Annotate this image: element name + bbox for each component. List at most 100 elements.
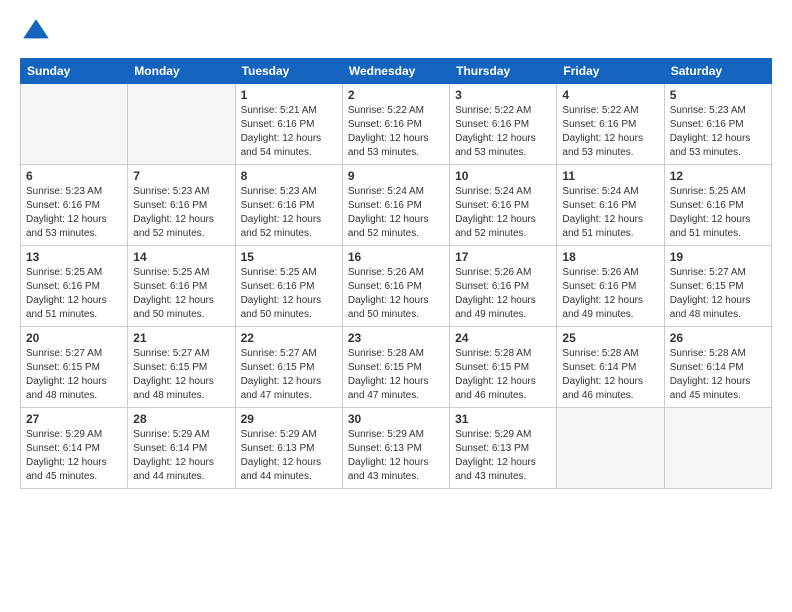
day-cell — [128, 84, 235, 165]
day-cell: 15Sunrise: 5:25 AM Sunset: 6:16 PM Dayli… — [235, 246, 342, 327]
day-info: Sunrise: 5:21 AM Sunset: 6:16 PM Dayligh… — [241, 104, 337, 160]
week-row-2: 6Sunrise: 5:23 AM Sunset: 6:16 PM Daylig… — [21, 165, 772, 246]
day-cell: 19 Sunrise: 5:27 AM Sunset: 6:15 PM Dayli… — [664, 246, 771, 327]
day-cell: 7Sunrise: 5:23 AM Sunset: 6:16 PM Daylig… — [128, 165, 235, 246]
day-info: Sunrise: 5:23 AM Sunset: 6:16 PM Dayligh… — [241, 185, 337, 241]
day-number: 11 — [562, 169, 658, 183]
weekday-header-sunday: Sunday — [21, 59, 128, 84]
day-info: Sunrise: 5:22 AM Sunset: 6:16 PM Dayligh… — [348, 104, 444, 160]
day-number: 19 — [670, 250, 766, 264]
day-cell: 8 Sunrise: 5:23 AM Sunset: 6:16 PM Daylig… — [235, 165, 342, 246]
day-cell: 5 Sunrise: 5:23 AM Sunset: 6:16 PM Daylig… — [664, 84, 771, 165]
day-cell — [21, 84, 128, 165]
day-number: 23 — [348, 331, 444, 345]
day-info: Sunrise: 5:24 AM Sunset: 6:16 PM Dayligh… — [455, 185, 551, 241]
day-number: 9 — [348, 169, 444, 183]
day-number: 25 — [562, 331, 658, 345]
day-number: 13 — [26, 250, 122, 264]
day-cell — [557, 408, 664, 489]
day-cell: 1 Sunrise: 5:21 AM Sunset: 6:16 PM Daylig… — [235, 84, 342, 165]
week-row-1: 1 Sunrise: 5:21 AM Sunset: 6:16 PM Daylig… — [21, 84, 772, 165]
week-row-4: 20 Sunrise: 5:27 AM Sunset: 6:15 PM Dayli… — [21, 327, 772, 408]
day-number: 14 — [133, 250, 229, 264]
day-number: 3 — [455, 88, 551, 102]
day-info: Sunrise: 5:23 AM Sunset: 6:16 PM Dayligh… — [670, 104, 766, 160]
day-number: 2 — [348, 88, 444, 102]
day-number: 10 — [455, 169, 551, 183]
day-cell: 31Sunrise: 5:29 AM Sunset: 6:13 PM Dayli… — [450, 408, 557, 489]
day-number: 7 — [133, 169, 229, 183]
weekday-header-tuesday: Tuesday — [235, 59, 342, 84]
day-cell: 29 Sunrise: 5:29 AM Sunset: 6:13 PM Dayli… — [235, 408, 342, 489]
day-number: 24 — [455, 331, 551, 345]
day-info: Sunrise: 5:27 AM Sunset: 6:15 PM Dayligh… — [133, 347, 229, 403]
day-info: Sunrise: 5:25 AM Sunset: 6:16 PM Dayligh… — [670, 185, 766, 241]
day-cell: 25 Sunrise: 5:28 AM Sunset: 6:14 PM Dayli… — [557, 327, 664, 408]
day-cell: 28Sunrise: 5:29 AM Sunset: 6:14 PM Dayli… — [128, 408, 235, 489]
day-cell: 10 Sunrise: 5:24 AM Sunset: 6:16 PM Dayli… — [450, 165, 557, 246]
day-number: 30 — [348, 412, 444, 426]
weekday-header-saturday: Saturday — [664, 59, 771, 84]
week-row-5: 27Sunrise: 5:29 AM Sunset: 6:14 PM Dayli… — [21, 408, 772, 489]
day-info: Sunrise: 5:28 AM Sunset: 6:14 PM Dayligh… — [562, 347, 658, 403]
day-cell: 27Sunrise: 5:29 AM Sunset: 6:14 PM Dayli… — [21, 408, 128, 489]
day-cell: 11 Sunrise: 5:24 AM Sunset: 6:16 PM Dayli… — [557, 165, 664, 246]
day-number: 1 — [241, 88, 337, 102]
day-number: 4 — [562, 88, 658, 102]
day-info: Sunrise: 5:26 AM Sunset: 6:16 PM Dayligh… — [348, 266, 444, 322]
day-number: 8 — [241, 169, 337, 183]
day-info: Sunrise: 5:23 AM Sunset: 6:16 PM Dayligh… — [26, 185, 122, 241]
day-cell: 24 Sunrise: 5:28 AM Sunset: 6:15 PM Dayli… — [450, 327, 557, 408]
day-info: Sunrise: 5:27 AM Sunset: 6:15 PM Dayligh… — [241, 347, 337, 403]
day-cell: 17 Sunrise: 5:26 AM Sunset: 6:16 PM Dayli… — [450, 246, 557, 327]
day-info: Sunrise: 5:29 AM Sunset: 6:14 PM Dayligh… — [26, 428, 122, 484]
day-number: 22 — [241, 331, 337, 345]
day-info: Sunrise: 5:29 AM Sunset: 6:14 PM Dayligh… — [133, 428, 229, 484]
day-cell — [664, 408, 771, 489]
day-number: 21 — [133, 331, 229, 345]
day-cell: 13 Sunrise: 5:25 AM Sunset: 6:16 PM Dayli… — [21, 246, 128, 327]
day-info: Sunrise: 5:29 AM Sunset: 6:13 PM Dayligh… — [241, 428, 337, 484]
day-number: 20 — [26, 331, 122, 345]
day-info: Sunrise: 5:24 AM Sunset: 6:16 PM Dayligh… — [562, 185, 658, 241]
day-cell: 16Sunrise: 5:26 AM Sunset: 6:16 PM Dayli… — [342, 246, 449, 327]
day-cell: 20 Sunrise: 5:27 AM Sunset: 6:15 PM Dayli… — [21, 327, 128, 408]
day-info: Sunrise: 5:28 AM Sunset: 6:14 PM Dayligh… — [670, 347, 766, 403]
day-number: 31 — [455, 412, 551, 426]
day-info: Sunrise: 5:22 AM Sunset: 6:16 PM Dayligh… — [455, 104, 551, 160]
day-info: Sunrise: 5:22 AM Sunset: 6:16 PM Dayligh… — [562, 104, 658, 160]
day-info: Sunrise: 5:26 AM Sunset: 6:16 PM Dayligh… — [455, 266, 551, 322]
day-cell: 23Sunrise: 5:28 AM Sunset: 6:15 PM Dayli… — [342, 327, 449, 408]
day-info: Sunrise: 5:28 AM Sunset: 6:15 PM Dayligh… — [455, 347, 551, 403]
day-cell: 3 Sunrise: 5:22 AM Sunset: 6:16 PM Daylig… — [450, 84, 557, 165]
day-cell: 6Sunrise: 5:23 AM Sunset: 6:16 PM Daylig… — [21, 165, 128, 246]
day-number: 18 — [562, 250, 658, 264]
day-info: Sunrise: 5:27 AM Sunset: 6:15 PM Dayligh… — [26, 347, 122, 403]
day-info: Sunrise: 5:24 AM Sunset: 6:16 PM Dayligh… — [348, 185, 444, 241]
day-info: Sunrise: 5:27 AM Sunset: 6:15 PM Dayligh… — [670, 266, 766, 322]
weekday-header-thursday: Thursday — [450, 59, 557, 84]
weekday-header-row: SundayMondayTuesdayWednesdayThursdayFrid… — [21, 59, 772, 84]
day-number: 5 — [670, 88, 766, 102]
day-number: 12 — [670, 169, 766, 183]
day-cell: 9 Sunrise: 5:24 AM Sunset: 6:16 PM Daylig… — [342, 165, 449, 246]
day-info: Sunrise: 5:25 AM Sunset: 6:16 PM Dayligh… — [241, 266, 337, 322]
day-number: 17 — [455, 250, 551, 264]
day-cell: 4 Sunrise: 5:22 AM Sunset: 6:16 PM Daylig… — [557, 84, 664, 165]
logo — [20, 16, 56, 48]
day-info: Sunrise: 5:25 AM Sunset: 6:16 PM Dayligh… — [133, 266, 229, 322]
day-cell: 2 Sunrise: 5:22 AM Sunset: 6:16 PM Daylig… — [342, 84, 449, 165]
day-info: Sunrise: 5:25 AM Sunset: 6:16 PM Dayligh… — [26, 266, 122, 322]
logo-icon — [20, 16, 52, 48]
day-cell: 22 Sunrise: 5:27 AM Sunset: 6:15 PM Dayli… — [235, 327, 342, 408]
weekday-header-friday: Friday — [557, 59, 664, 84]
day-cell: 21 Sunrise: 5:27 AM Sunset: 6:15 PM Dayli… — [128, 327, 235, 408]
page: SundayMondayTuesdayWednesdayThursdayFrid… — [0, 0, 792, 612]
day-info: Sunrise: 5:26 AM Sunset: 6:16 PM Dayligh… — [562, 266, 658, 322]
day-cell: 14 Sunrise: 5:25 AM Sunset: 6:16 PM Dayli… — [128, 246, 235, 327]
day-cell: 30Sunrise: 5:29 AM Sunset: 6:13 PM Dayli… — [342, 408, 449, 489]
day-cell: 26Sunrise: 5:28 AM Sunset: 6:14 PM Dayli… — [664, 327, 771, 408]
header — [20, 16, 772, 48]
weekday-header-monday: Monday — [128, 59, 235, 84]
day-number: 29 — [241, 412, 337, 426]
